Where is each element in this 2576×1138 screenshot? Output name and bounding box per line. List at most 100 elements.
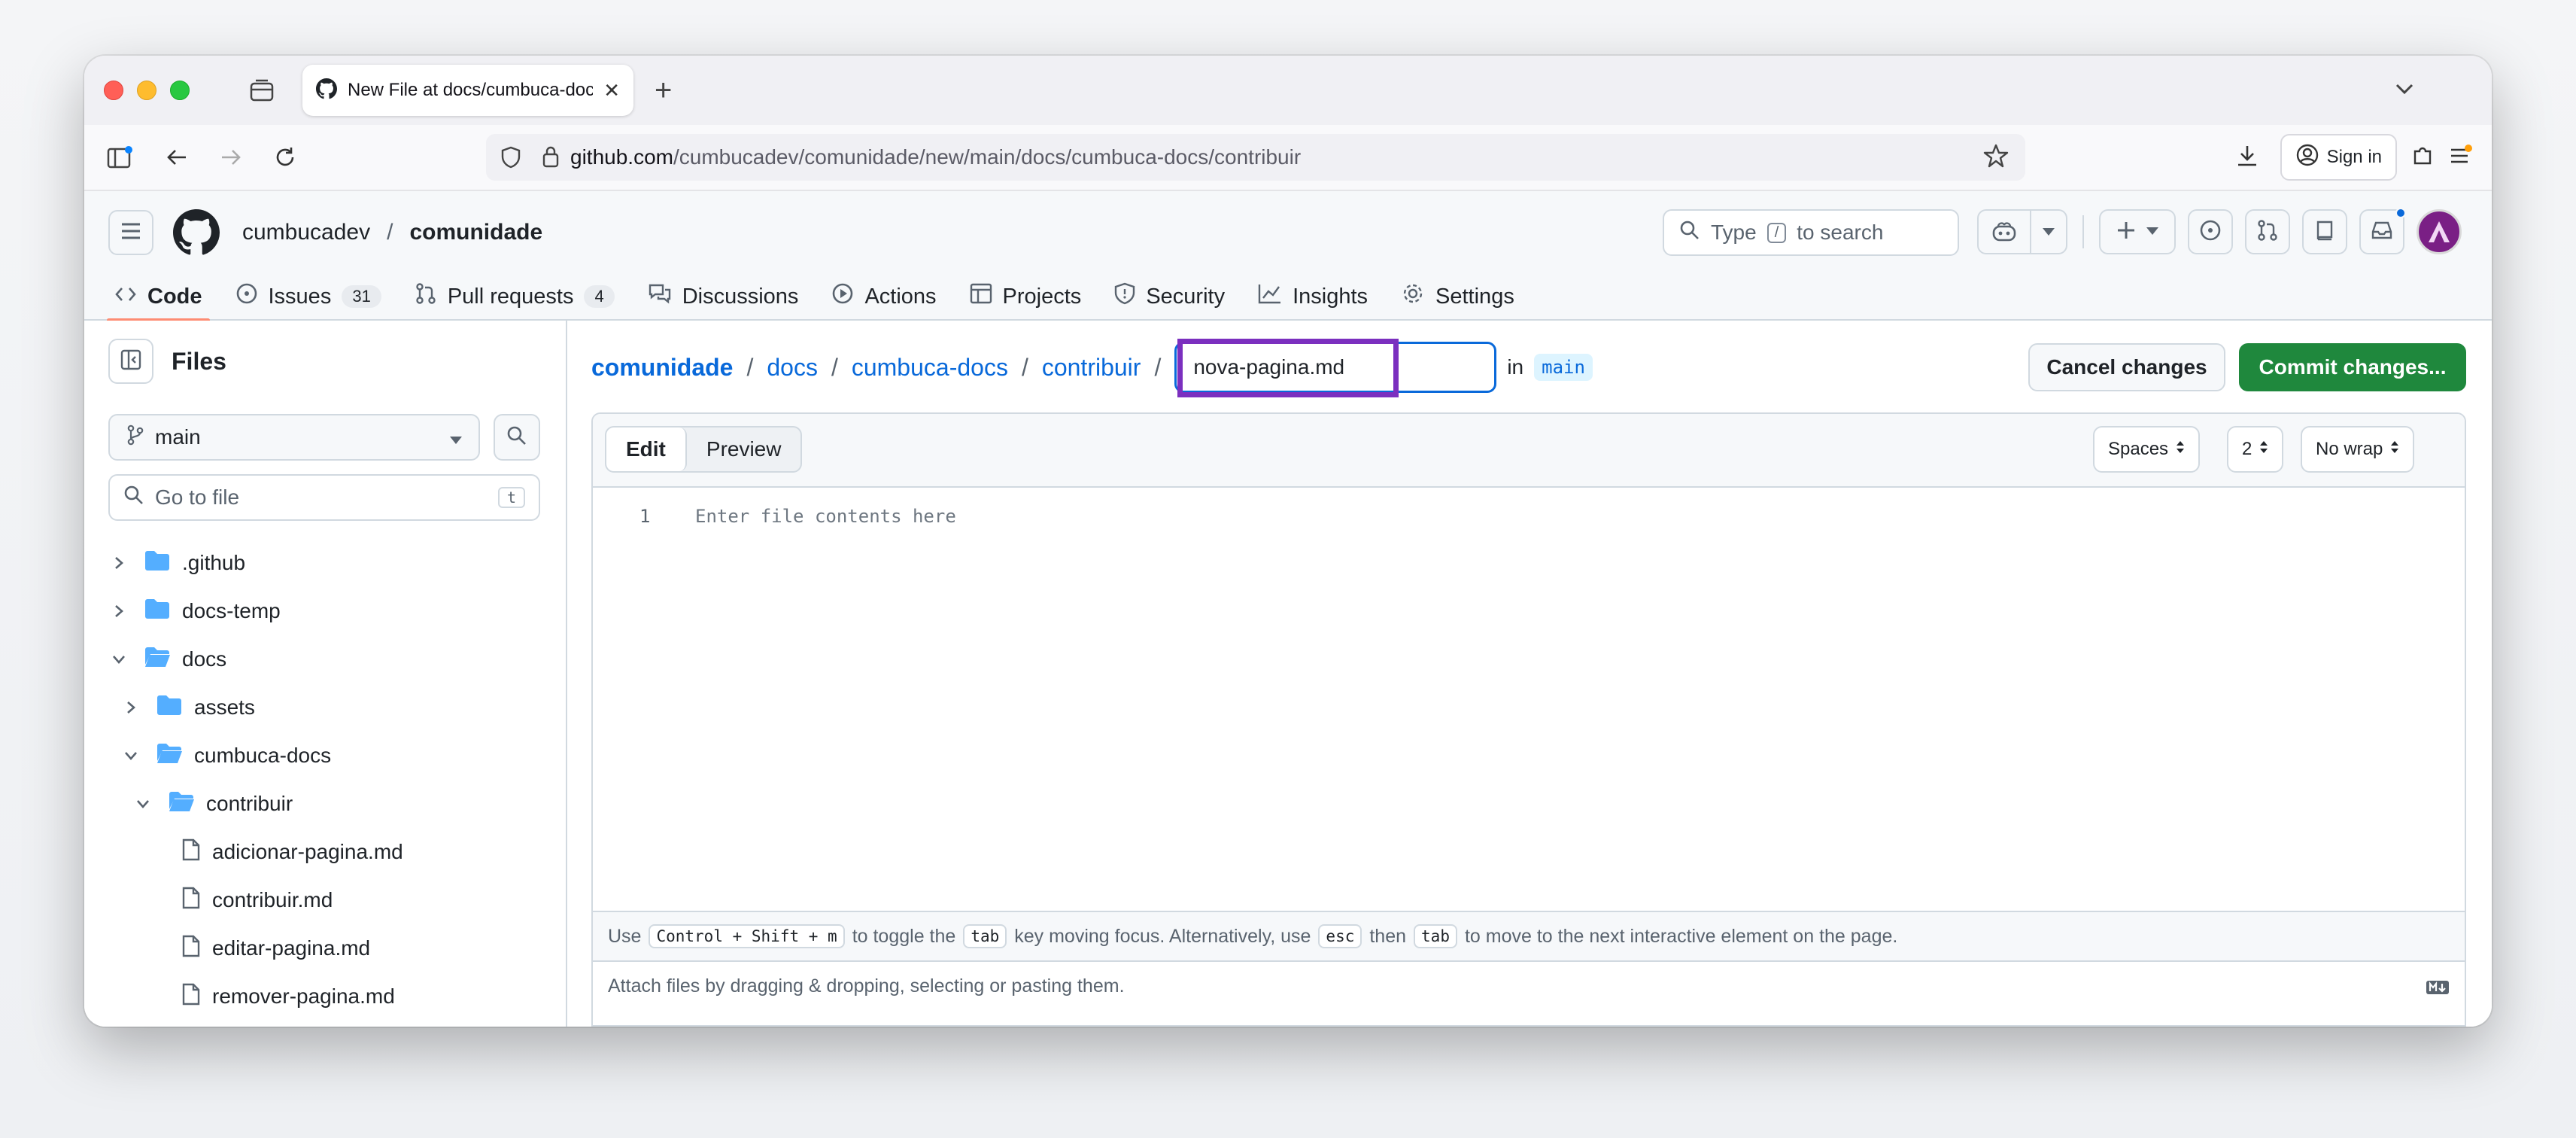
tab-preview[interactable]: Preview	[687, 428, 801, 471]
tab-security[interactable]: Security	[1114, 272, 1225, 321]
pull-request-icon	[2256, 219, 2279, 245]
tree-item-label: contribuir.md	[212, 888, 333, 911]
indent-mode-select[interactable]: Spaces	[2093, 426, 2201, 473]
tree-item-editar-pagina[interactable]: editar-pagina.md	[84, 924, 566, 972]
lock-icon[interactable]	[542, 145, 560, 172]
new-tab-button[interactable]: +	[655, 74, 672, 108]
download-icon[interactable]	[2235, 144, 2259, 172]
filename-field-wrapper	[1174, 339, 1497, 397]
owner-link[interactable]: cumbucadev	[242, 220, 370, 245]
sidebar-toggle-icon[interactable]	[98, 135, 141, 179]
back-arrow-icon[interactable]	[155, 135, 199, 179]
indent-size-select[interactable]: 2	[2227, 426, 2284, 473]
minimize-window-button[interactable]	[137, 81, 156, 100]
tab-edit[interactable]: Edit	[606, 428, 687, 471]
tree-item-contribuir[interactable]: contribuir	[84, 780, 566, 828]
breadcrumb-separator: /	[1021, 353, 1028, 381]
tree-item-docs[interactable]: docs	[84, 635, 566, 683]
breadcrumb-cumbuca-docs-link[interactable]: cumbuca-docs	[852, 354, 1008, 382]
search-icon	[1679, 220, 1700, 246]
avatar[interactable]	[2417, 209, 2462, 254]
address-bar[interactable]: github.com/cumbucadev/comunidade/new/mai…	[486, 134, 2025, 181]
shortcut-key: Control + Shift + m	[649, 924, 845, 948]
plus-icon	[2116, 221, 2136, 244]
tab-list-icon[interactable]	[247, 75, 277, 105]
hamburger-menu-button[interactable]	[108, 210, 153, 255]
attach-files-bar[interactable]: Attach files by dragging & dropping, sel…	[593, 960, 2465, 1010]
line-number: 1	[639, 506, 651, 527]
tracking-shield-icon[interactable]	[501, 146, 521, 172]
repositories-button[interactable]	[2302, 209, 2347, 254]
sign-in-button[interactable]: Sign in	[2280, 134, 2397, 181]
tab-discussions[interactable]: Discussions	[648, 272, 798, 321]
breadcrumb-repo-link[interactable]: comunidade	[591, 354, 733, 382]
extensions-icon[interactable]	[2410, 144, 2435, 172]
filename-input[interactable]	[1174, 342, 1497, 393]
tree-item-github[interactable]: .github	[84, 539, 566, 587]
create-new-button[interactable]	[2099, 209, 2176, 254]
file-icon	[182, 935, 200, 963]
reload-icon[interactable]	[263, 135, 307, 179]
copilot-icon[interactable]	[1979, 211, 2031, 253]
github-logo-icon[interactable]	[173, 209, 220, 256]
browser-toolbar-right: Sign in	[2235, 134, 2472, 181]
pull-requests-button[interactable]	[2245, 209, 2290, 254]
wrap-mode-value: No wrap	[2316, 439, 2383, 459]
menu-icon[interactable]	[2448, 144, 2472, 172]
browser-tab-active[interactable]: New File at docs/cumbuca-docs ✕	[302, 65, 633, 116]
bookmark-star-icon[interactable]	[1983, 143, 2009, 172]
file-icon	[182, 838, 200, 866]
tab-projects[interactable]: Projects	[970, 272, 1081, 321]
tab-settings[interactable]: Settings	[1401, 272, 1514, 321]
cancel-changes-button[interactable]: Cancel changes	[2028, 343, 2225, 391]
inbox-button[interactable]	[2359, 208, 2406, 254]
chevron-down-icon[interactable]	[132, 799, 153, 809]
tree-item-cumbuca-docs[interactable]: cumbuca-docs	[84, 732, 566, 780]
tree-item-adicionar-pagina[interactable]: adicionar-pagina.md	[84, 828, 566, 876]
tab-pull-requests[interactable]: Pull requests 4	[415, 272, 615, 321]
forward-arrow-icon[interactable]	[209, 135, 253, 179]
breadcrumb-contribuir-link[interactable]: contribuir	[1042, 354, 1141, 382]
edit-preview-tabs: Edit Preview	[605, 426, 803, 473]
header-actions	[1977, 208, 2462, 254]
chevron-down-icon[interactable]	[120, 750, 141, 761]
tab-insights[interactable]: Insights	[1258, 272, 1368, 321]
code-textarea[interactable]: 1 Enter file contents here	[593, 488, 2465, 911]
collapse-sidebar-button[interactable]	[108, 339, 153, 384]
tab-issues[interactable]: Issues 31	[235, 272, 381, 321]
copilot-button[interactable]	[1977, 209, 2067, 254]
search-input[interactable]: Type / to search	[1663, 209, 1959, 256]
commit-changes-button[interactable]: Commit changes...	[2239, 343, 2466, 391]
shortcut-key: esc	[1318, 924, 1362, 948]
tree-item-assets[interactable]: assets	[84, 683, 566, 732]
tree-item-contribuir-md[interactable]: contribuir.md	[84, 876, 566, 924]
breadcrumb-separator: /	[831, 353, 838, 381]
tree-item-remover-pagina[interactable]: remover-pagina.md	[84, 972, 566, 1021]
close-window-button[interactable]	[104, 81, 123, 100]
chevron-down-icon[interactable]	[108, 654, 129, 665]
copilot-dropdown-caret-icon[interactable]	[2031, 211, 2066, 253]
repo-link[interactable]: comunidade	[409, 220, 542, 245]
tree-item-label: docs	[182, 647, 227, 671]
help-text: then	[1369, 925, 1407, 947]
chevron-right-icon[interactable]	[108, 604, 129, 619]
issues-button[interactable]	[2188, 209, 2233, 254]
table-icon	[970, 283, 992, 310]
maximize-window-button[interactable]	[170, 81, 190, 100]
chevron-right-icon[interactable]	[108, 555, 129, 571]
wrap-mode-select[interactable]: No wrap	[2301, 426, 2415, 473]
search-icon	[506, 425, 527, 450]
tab-overflow-chevron-icon[interactable]	[2392, 77, 2417, 105]
url-path: /cumbucadev/comunidade/new/main/docs/cum…	[673, 145, 1302, 169]
tab-actions[interactable]: Actions	[831, 272, 937, 321]
tab-code[interactable]: Code	[107, 272, 209, 322]
go-to-file-input[interactable]: Go to file t	[108, 474, 540, 521]
breadcrumb-docs-link[interactable]: docs	[767, 354, 818, 382]
branch-selector[interactable]: main	[108, 414, 480, 461]
search-files-button[interactable]	[494, 414, 540, 461]
chevron-right-icon[interactable]	[120, 700, 141, 715]
tree-item-docs-temp[interactable]: docs-temp	[84, 587, 566, 635]
close-tab-icon[interactable]: ✕	[603, 79, 620, 102]
pull-request-icon	[415, 282, 437, 311]
editor-toolbar: Edit Preview Spaces 2 No wrap	[593, 414, 2465, 488]
